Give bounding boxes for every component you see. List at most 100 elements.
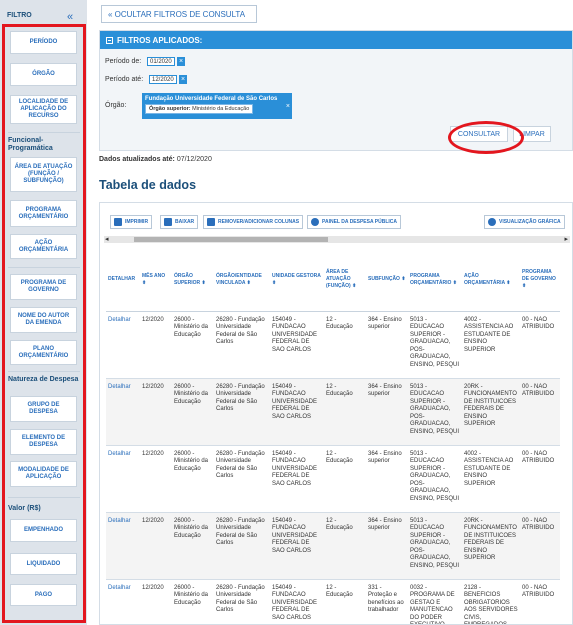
main-content: « OCULTAR FILTROS DE CONSULTA FILTROS AP… bbox=[87, 0, 573, 625]
table-cell: 20RK - FUNCIONAMENTO DE INSTITUICOES FED… bbox=[462, 378, 520, 446]
orgao-superior-tag: Órgão superior: Ministério da Educação bbox=[145, 104, 254, 114]
col-orgao-superior[interactable]: ÓRGÃO SUPERIOR ⬍ bbox=[172, 249, 214, 312]
table-cell: 4002 - ASSISTENCIA AO ESTUDANTE DE ENSIN… bbox=[462, 445, 520, 513]
table-cell: 0032 - PROGRAMA DE GESTAO E MANUTENCAO D… bbox=[408, 579, 462, 624]
table-cell: 12/2020 bbox=[140, 445, 172, 513]
table-cell: 26000 - Ministério da Educação bbox=[172, 445, 214, 513]
table-cell: 00 - NAO ATRIBUIDO bbox=[520, 579, 560, 624]
orgao-label: Órgão: bbox=[105, 102, 127, 109]
table-cell: 331 - Proteção e benefícios ao trabalhad… bbox=[366, 579, 408, 624]
table-cell: 5013 - EDUCACAO SUPERIOR - GRADUACAO, PO… bbox=[408, 378, 462, 446]
sidebar-item-periodo[interactable]: PERÍODO bbox=[10, 31, 77, 54]
chart-check-icon bbox=[488, 218, 496, 226]
painel-despesa-button[interactable]: PAINEL DA DESPESA PÚBLICA bbox=[307, 215, 402, 229]
columns-icon bbox=[207, 218, 215, 226]
table-cell: 12 - Educação bbox=[324, 378, 366, 446]
col-programa-orcamentario[interactable]: PROGRAMA ORÇAMENTÁRIO ⬍ bbox=[408, 249, 462, 312]
sidebar-divider bbox=[8, 267, 80, 268]
sidebar-item-autor-emenda[interactable]: NOME DO AUTOR DA EMENDA bbox=[10, 307, 77, 333]
sidebar-item-modalidade-aplicacao[interactable]: MODALIDADE DE APLICAÇÃO bbox=[10, 461, 77, 487]
table-cell: 12 - Educação bbox=[324, 445, 366, 513]
periodo-ate-label: Período até: bbox=[105, 76, 144, 83]
col-subfuncao[interactable]: SUBFUNÇÃO ⬍ bbox=[366, 249, 408, 312]
table-cell: 5013 - EDUCACAO SUPERIOR - GRADUACAO, PO… bbox=[408, 311, 462, 379]
scroll-right-icon[interactable]: ▸ bbox=[564, 235, 568, 243]
sidebar-item-acao-orcamentaria[interactable]: AÇÃO ORÇAMENTÁRIA bbox=[10, 234, 77, 259]
sidebar-item-programa-orcamentario[interactable]: PROGRAMA ORÇAMENTÁRIO bbox=[10, 200, 77, 227]
col-programa-governo[interactable]: PROGRAMA DE GOVERNO ⬍ bbox=[520, 249, 560, 312]
sidebar-item-programa-governo[interactable]: PROGRAMA DE GOVERNO bbox=[10, 274, 77, 300]
table-cell: 26000 - Ministério da Educação bbox=[172, 512, 214, 580]
data-table-container: IMPRIMIR BAIXAR REMOVER/ADICIONAR COLUNA… bbox=[99, 202, 573, 625]
detalhar-link[interactable]: Detalhar bbox=[106, 579, 140, 624]
table-cell: 154049 - FUNDACAO UNIVERSIDADE FEDERAL D… bbox=[270, 579, 324, 624]
table-row: Detalhar 12/2020 26000 - Ministério da E… bbox=[106, 579, 560, 624]
table-cell: 26000 - Ministério da Educação bbox=[172, 378, 214, 446]
sidebar-item-orgao[interactable]: ÓRGÃO bbox=[10, 63, 77, 86]
print-button[interactable]: IMPRIMIR bbox=[110, 215, 153, 229]
horizontal-scrollbar[interactable]: ◂ ▸ bbox=[104, 236, 570, 243]
sidebar-item-liquidado[interactable]: LIQUIDADO bbox=[10, 553, 77, 575]
data-updated-text: Dados atualizados até: 07/12/2020 bbox=[99, 156, 212, 163]
table-cell: 26280 - Fundação Universidade Federal de… bbox=[214, 579, 270, 624]
sidebar-item-elemento-despesa[interactable]: ELEMENTO DE DESPESA bbox=[10, 429, 77, 455]
collapse-sidebar-icon[interactable]: « bbox=[67, 12, 73, 23]
scrollbar-thumb[interactable] bbox=[134, 237, 328, 242]
grafica-button[interactable]: VISUALIZAÇÃO GRÁFICA bbox=[484, 215, 565, 229]
table-cell: 154049 - FUNDACAO UNIVERSIDADE FEDERAL D… bbox=[270, 445, 324, 513]
table-row: Detalhar 12/2020 26000 - Ministério da E… bbox=[106, 445, 560, 513]
remove-orgao-icon[interactable]: × bbox=[286, 103, 290, 110]
highlight-annotation-ellipse bbox=[448, 121, 524, 154]
detalhar-link[interactable]: Detalhar bbox=[106, 445, 140, 513]
table-cell: 5013 - EDUCACAO SUPERIOR - GRADUACAO, PO… bbox=[408, 445, 462, 513]
sidebar-item-plano-orcamentario[interactable]: PLANO ORÇAMENTÁRIO bbox=[10, 340, 77, 365]
sidebar-item-grupo-despesa[interactable]: GRUPO DE DESPESA bbox=[10, 396, 77, 422]
orgao-filter-tag: Fundação Universidade Federal de São Car… bbox=[142, 93, 292, 119]
sidebar-item-area-atuacao[interactable]: ÁREA DE ATUAÇÃO (FUNÇÃO / SUBFUNÇÃO) bbox=[10, 157, 77, 192]
table-cell: 12 - Educação bbox=[324, 311, 366, 379]
sidebar-item-empenhado[interactable]: EMPENHADO bbox=[10, 519, 77, 542]
minus-icon[interactable] bbox=[106, 36, 113, 44]
table-cell: 154049 - FUNDACAO UNIVERSIDADE FEDERAL D… bbox=[270, 311, 324, 379]
scroll-left-icon[interactable]: ◂ bbox=[105, 235, 109, 243]
table-cell: 00 - NAO ATRIBUIDO bbox=[520, 378, 560, 446]
col-orgao-entidade[interactable]: ÓRGÃO/ENTIDADE VINCULADA ⬍ bbox=[214, 249, 270, 312]
table-cell: 00 - NAO ATRIBUIDO bbox=[520, 311, 560, 379]
table-cell: 00 - NAO ATRIBUIDO bbox=[520, 445, 560, 513]
orgao-superior-label: Órgão superior: bbox=[149, 106, 191, 112]
detalhar-link[interactable]: Detalhar bbox=[106, 378, 140, 446]
table-cell: 12 - Educação bbox=[324, 512, 366, 580]
sidebar-group-funcional: Funcional-Programática bbox=[8, 137, 53, 152]
periodo-de-value: 01/2020 bbox=[147, 57, 175, 66]
table-cell: 26000 - Ministério da Educação bbox=[172, 579, 214, 624]
hide-filters-button[interactable]: « OCULTAR FILTROS DE CONSULTA bbox=[101, 5, 257, 23]
detalhar-link[interactable]: Detalhar bbox=[106, 512, 140, 580]
orgao-value: Fundação Universidade Federal de São Car… bbox=[145, 96, 278, 102]
col-area-atuacao[interactable]: ÁREA DE ATUAÇÃO (FUNÇÃO) ⬍ bbox=[324, 249, 366, 312]
table-cell: 26000 - Ministério da Educação bbox=[172, 311, 214, 379]
col-detalhar: DETALHAR bbox=[106, 249, 140, 312]
table-cell: 2128 - BENEFICIOS OBRIGATORIOS AOS SERVI… bbox=[462, 579, 520, 624]
download-button[interactable]: BAIXAR bbox=[160, 215, 199, 229]
table-cell: 12 - Educação bbox=[324, 579, 366, 624]
table-row: Detalhar 12/2020 26000 - Ministério da E… bbox=[106, 378, 560, 446]
table-cell: 12/2020 bbox=[140, 311, 172, 379]
sidebar-item-pago[interactable]: PAGO bbox=[10, 584, 77, 606]
sidebar-item-localidade[interactable]: LOCALIDADE DE APLICAÇÃO DO RECURSO bbox=[10, 95, 77, 124]
table-cell: 00 - NAO ATRIBUIDO bbox=[520, 512, 560, 580]
table-cell: 4002 - ASSISTENCIA AO ESTUDANTE DE ENSIN… bbox=[462, 311, 520, 379]
sidebar-group-natureza: Natureza de Despesa bbox=[8, 376, 79, 383]
col-acao-orcamentaria[interactable]: AÇÃO ORÇAMENTÁRIA ⬍ bbox=[462, 249, 520, 312]
columns-button[interactable]: REMOVER/ADICIONAR COLUNAS bbox=[203, 215, 304, 229]
table-title: Tabela de dados bbox=[99, 178, 197, 192]
remove-periodo-de-icon[interactable]: × bbox=[177, 57, 185, 66]
table-cell: 26280 - Fundação Universidade Federal de… bbox=[214, 378, 270, 446]
table-cell: 364 - Ensino superior bbox=[366, 512, 408, 580]
col-mes-ano[interactable]: MÊS ANO ⬍ bbox=[140, 249, 172, 312]
remove-periodo-ate-icon[interactable]: × bbox=[179, 75, 187, 84]
table-cell: 12/2020 bbox=[140, 579, 172, 624]
detalhar-link[interactable]: Detalhar bbox=[106, 311, 140, 379]
table-cell: 26280 - Fundação Universidade Federal de… bbox=[214, 445, 270, 513]
updated-date: 07/12/2020 bbox=[176, 156, 212, 163]
col-unidade-gestora[interactable]: UNIDADE GESTORA ⬍ bbox=[270, 249, 324, 312]
